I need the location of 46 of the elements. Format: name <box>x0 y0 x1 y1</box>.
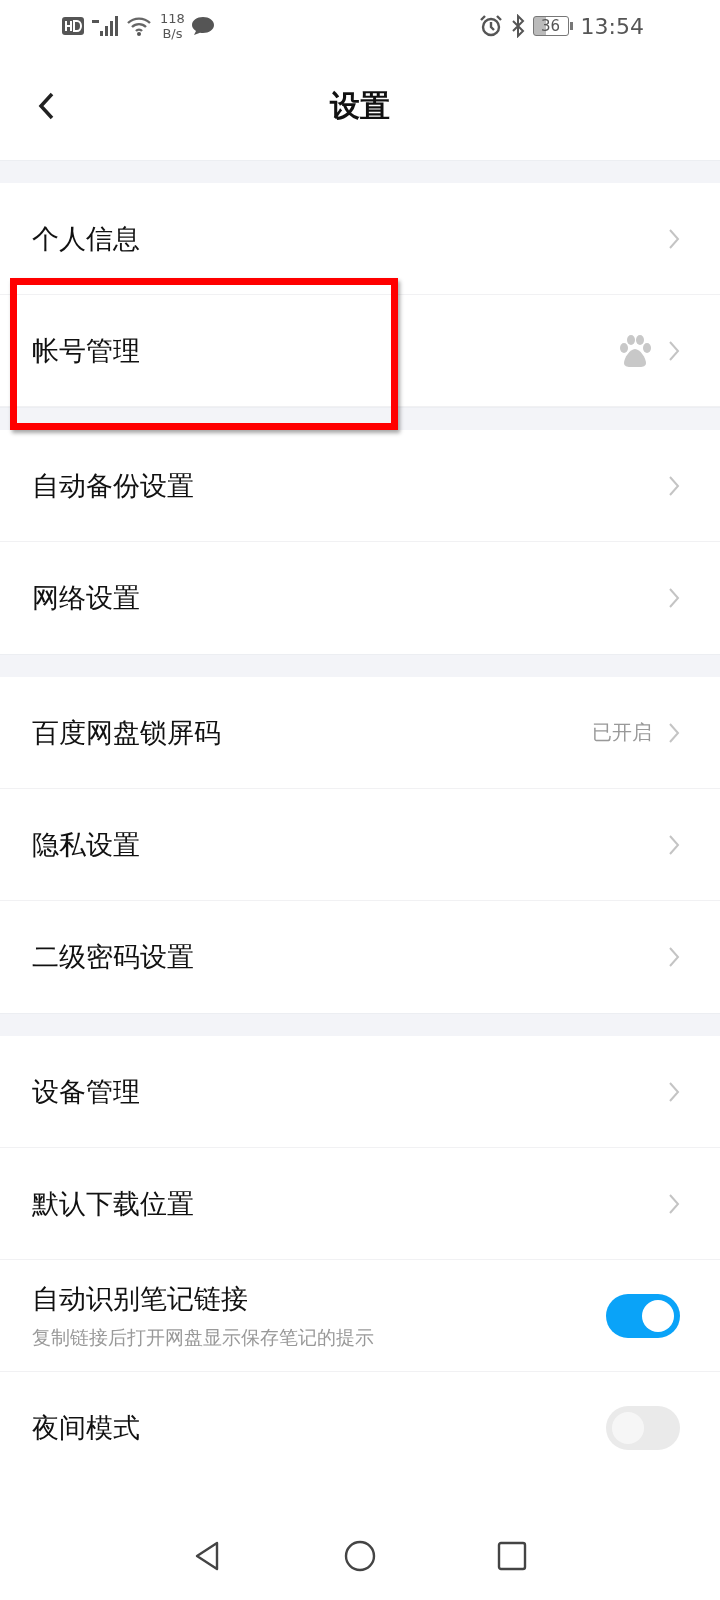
row-label: 网络设置 <box>32 581 140 615</box>
chevron-right-icon <box>668 721 680 744</box>
settings-row[interactable]: 自动识别笔记链接 复制链接后打开网盘显示保存笔记的提示 <box>0 1260 720 1372</box>
bluetooth-icon <box>510 14 525 38</box>
chevron-right-icon <box>668 946 680 968</box>
chevron-right-icon <box>668 833 680 856</box>
chevron-right-icon <box>668 587 680 609</box>
settings-row[interactable]: 设备管理 <box>0 1036 720 1148</box>
status-value: 已开启 <box>592 719 652 746</box>
row-label: 个人信息 <box>32 221 140 256</box>
settings-row[interactable]: 百度网盘锁屏码 已开启 <box>0 677 720 789</box>
chevron-right-icon <box>668 474 680 497</box>
chevron-right-icon <box>668 1080 680 1103</box>
settings-row[interactable]: 默认下载位置 <box>0 1148 720 1260</box>
settings-row[interactable]: 个人信息 <box>0 183 720 295</box>
row-label: 默认下载位置 <box>32 1186 194 1221</box>
chevron-right-icon <box>668 339 680 362</box>
row-label: 自动识别笔记链接 <box>32 1281 249 1316</box>
row-label: 百度网盘锁屏码 <box>32 715 221 750</box>
chevron-right-icon <box>668 227 680 250</box>
hd-icon <box>62 16 84 36</box>
settings-row[interactable]: 自动备份设置 <box>0 430 720 542</box>
network-speed: 118 <box>160 11 185 26</box>
home-nav-icon[interactable] <box>343 1539 377 1573</box>
row-label: 夜间模式 <box>32 1411 140 1445</box>
row-label: 帐号管理 <box>32 333 140 368</box>
page-title: 设置 <box>330 86 390 125</box>
speed-unit: B/s <box>162 26 183 41</box>
clock: 13:54 <box>580 13 644 39</box>
row-description: 复制链接后打开网盘显示保存笔记的提示 <box>32 1324 374 1350</box>
chevron-right-icon <box>668 1192 680 1215</box>
row-label: 自动备份设置 <box>32 468 194 503</box>
settings-row[interactable]: 网络设置 <box>0 542 720 654</box>
signal-icon <box>90 14 120 38</box>
row-label: 二级密码设置 <box>32 940 194 974</box>
battery-level: 36 <box>532 16 569 36</box>
settings-row[interactable]: 隐私设置 <box>0 789 720 901</box>
message-icon <box>190 15 215 37</box>
row-label: 隐私设置 <box>32 827 140 862</box>
row-label: 设备管理 <box>32 1074 140 1109</box>
settings-row[interactable]: 二级密码设置 <box>0 901 720 1013</box>
toggle-switch[interactable] <box>606 1293 680 1338</box>
alarm-icon <box>478 14 503 38</box>
recents-nav-icon[interactable] <box>495 1539 529 1573</box>
settings-row[interactable]: 夜间模式 <box>0 1372 720 1484</box>
back-icon[interactable] <box>36 90 56 122</box>
